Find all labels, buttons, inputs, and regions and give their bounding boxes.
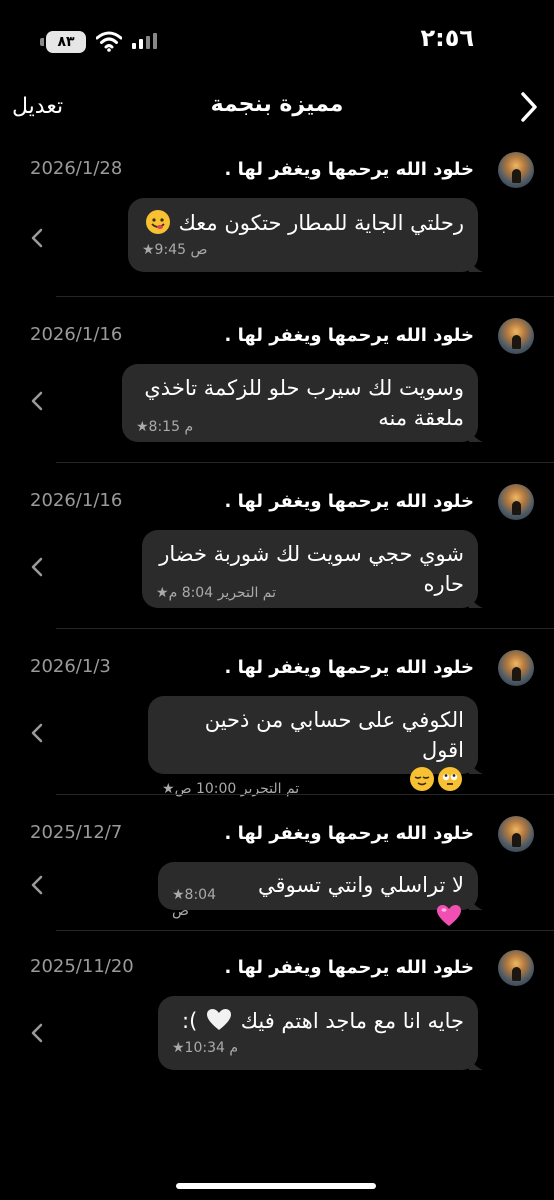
chevron-left-icon[interactable] — [30, 1022, 44, 1044]
message-bubble[interactable]: وسويت لك سيرب حلو للزكمة تاخذي ملعقة منه… — [122, 364, 483, 442]
bubble-tail — [469, 258, 483, 272]
message-bubble[interactable]: لا تراسلي وانتي تسوقي ★8:04 ص — [158, 862, 483, 926]
chevron-left-icon[interactable] — [30, 874, 44, 896]
back-chevron-icon[interactable] — [518, 90, 542, 124]
message-date: 2026/1/16 — [30, 490, 123, 511]
message-meta: ★8:04 ص — [172, 887, 216, 919]
starred-message-item[interactable]: خلود الله يرحمها ويغفر لها . 2025/12/7 ل… — [0, 816, 554, 946]
sender-name: خلود الله يرحمها ويغفر لها . — [224, 159, 474, 180]
divider — [56, 462, 554, 463]
bubble-tail — [469, 594, 483, 608]
sender-avatar — [498, 484, 534, 520]
sender-avatar — [498, 152, 534, 188]
message-text: لا تراسلي وانتي تسوقي — [258, 873, 464, 897]
message-bubble[interactable]: رحلتي الجاية للمطار حتكون معك ★9:45 ص — [128, 198, 483, 272]
bubble-tail — [469, 428, 483, 442]
white-heart-emoji — [207, 1009, 231, 1030]
message-date: 2025/12/7 — [30, 822, 123, 843]
message-meta: ★تم التحرير 8:04 م — [156, 585, 277, 601]
divider — [56, 794, 554, 795]
starred-message-item[interactable]: خلود الله يرحمها ويغفر لها . 2026/1/28 ر… — [0, 152, 554, 296]
divider — [56, 628, 554, 629]
status-bar: ٨٣ ٢:٥٦ — [0, 0, 554, 80]
sender-avatar — [498, 950, 534, 986]
sender-name: خلود الله يرحمها ويغفر لها . — [224, 657, 474, 678]
chevron-left-icon[interactable] — [30, 556, 44, 578]
sender-name: خلود الله يرحمها ويغفر لها . — [224, 325, 474, 346]
status-time: ٢:٥٦ — [420, 24, 474, 52]
message-date: 2026/1/16 — [30, 324, 123, 345]
home-indicator[interactable] — [176, 1183, 376, 1189]
sender-avatar — [498, 318, 534, 354]
sender-avatar — [498, 816, 534, 852]
message-date: 2025/11/20 — [30, 956, 134, 977]
message-date: 2026/1/28 — [30, 158, 123, 179]
relieved-face-emoji — [410, 767, 434, 791]
starred-message-item[interactable]: خلود الله يرحمها ويغفر لها . 2026/1/16 و… — [0, 318, 554, 462]
battery-cap — [40, 38, 44, 46]
bubble-tail — [469, 896, 483, 910]
bubble-tail — [469, 1056, 483, 1070]
message-bubble[interactable]: الكوفي على حسابي من ذحين اقول ★تم التحري… — [148, 696, 483, 797]
message-date: 2026/1/3 — [30, 656, 111, 677]
message-bubble[interactable]: شوي حجي سويت لك شوربة خضار حاره ★تم التح… — [142, 530, 483, 608]
sender-avatar — [498, 650, 534, 686]
message-text: رحلتي الجاية للمطار حتكون معك — [178, 211, 464, 235]
page-title: مميزة بنجمة — [210, 92, 344, 117]
starred-message-item[interactable]: خلود الله يرحمها ويغفر لها . 2026/1/16 ش… — [0, 484, 554, 628]
battery-icon: ٨٣ — [46, 31, 86, 53]
navigation-bar: تعديل مميزة بنجمة — [0, 80, 554, 136]
message-meta: ★10:34 م — [172, 1040, 239, 1056]
smiling-face-emoji — [145, 210, 170, 234]
message-text: جايه انا مع ماجد اهتم فيك — [240, 1009, 464, 1033]
message-suffix: ): — [182, 1009, 204, 1033]
bubble-tail — [469, 760, 483, 774]
divider — [56, 296, 554, 297]
battery-level: ٨٣ — [57, 34, 75, 50]
chevron-left-icon[interactable] — [30, 722, 44, 744]
starred-message-item[interactable]: خلود الله يرحمها ويغفر لها . 2026/1/3 ال… — [0, 650, 554, 797]
chevron-left-icon[interactable] — [30, 227, 44, 249]
divider — [56, 930, 554, 931]
starred-message-item[interactable]: خلود الله يرحمها ويغفر لها . 2025/11/20 … — [0, 950, 554, 1080]
message-bubble[interactable]: جايه انا مع ماجد اهتم فيك ): ★10:34 م — [158, 996, 483, 1070]
message-text: الكوفي على حسابي من ذحين اقول — [204, 708, 464, 762]
wifi-icon — [96, 31, 122, 52]
sender-name: خلود الله يرحمها ويغفر لها . — [224, 491, 474, 512]
pink-heart-emoji — [437, 905, 461, 926]
cellular-signal-icon — [132, 33, 157, 49]
rolling-eyes-emoji — [438, 767, 462, 791]
message-meta: ★9:45 ص — [142, 242, 208, 258]
chevron-left-icon[interactable] — [30, 390, 44, 412]
sender-name: خلود الله يرحمها ويغفر لها . — [224, 823, 474, 844]
sender-name: خلود الله يرحمها ويغفر لها . — [224, 957, 474, 978]
